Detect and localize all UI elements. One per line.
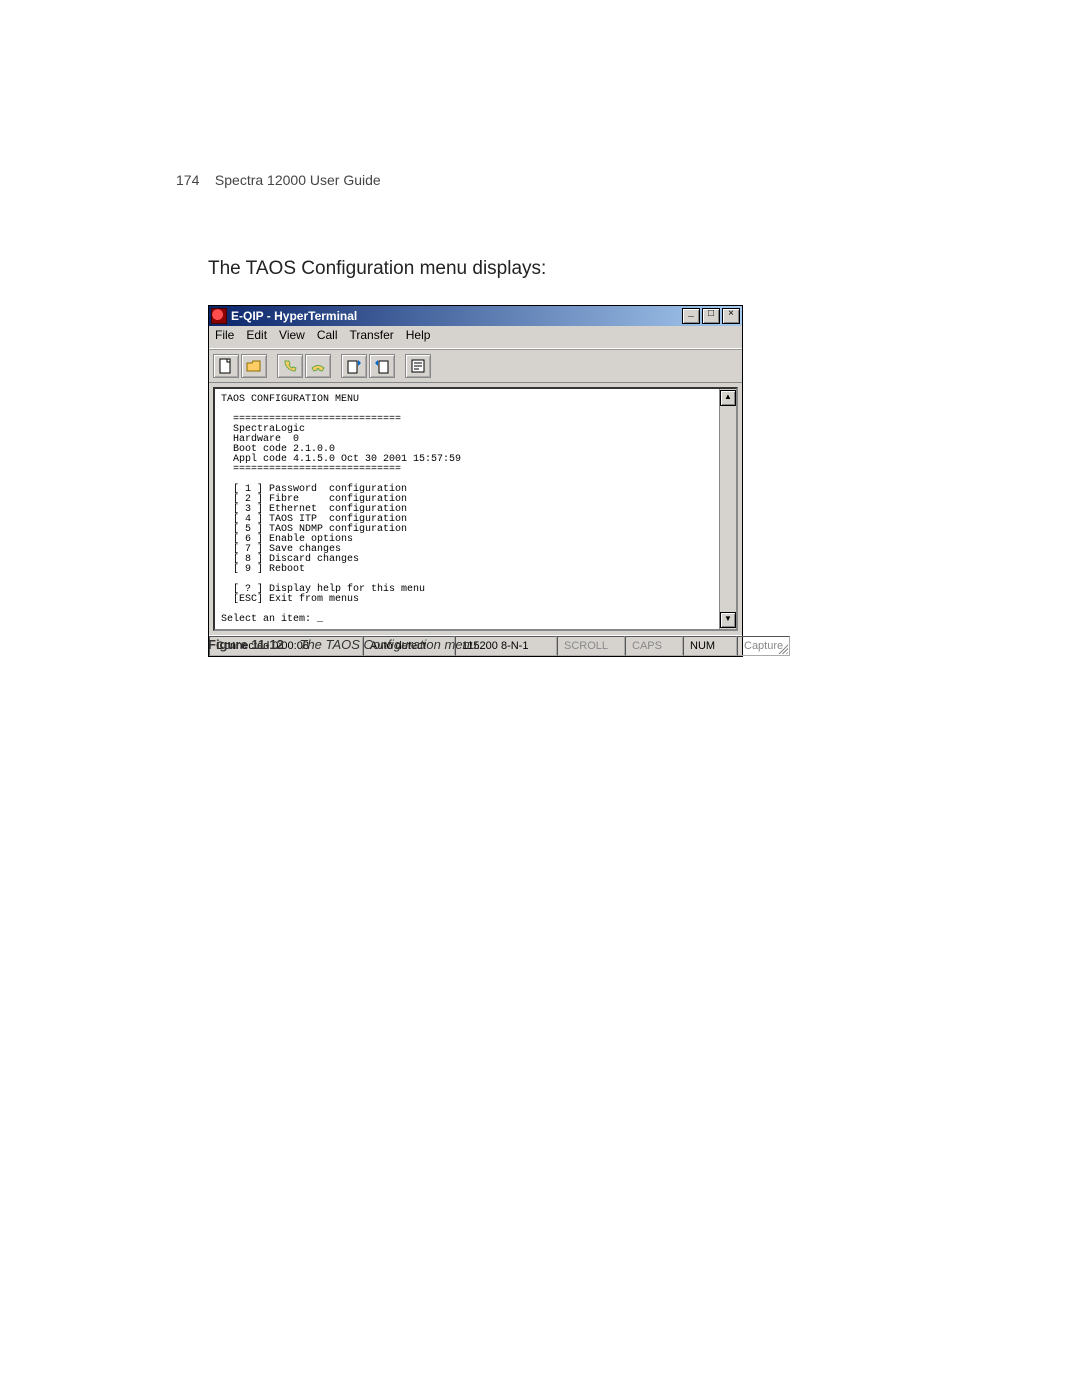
menu-view[interactable]: View [279,328,305,346]
close-button[interactable]: × [722,308,740,324]
new-file-icon [219,358,233,374]
properties-button[interactable] [405,354,431,378]
hangup-button[interactable] [305,354,331,378]
receive-file-icon [375,358,389,374]
hyperterminal-window: E-QIP - HyperTerminal _ □ × File Edit Vi… [208,305,743,657]
window-title: E-QIP - HyperTerminal [231,309,357,323]
status-num: NUM [683,636,737,656]
open-file-button[interactable] [241,354,267,378]
scroll-down-button[interactable]: ▼ [720,612,736,628]
send-file-icon [347,358,361,374]
phone-icon [282,359,298,373]
menu-edit[interactable]: Edit [246,328,267,346]
window-titlebar[interactable]: E-QIP - HyperTerminal _ □ × [209,306,742,326]
document-page: 174 Spectra 12000 User Guide The TAOS Co… [0,0,1080,1397]
figure-caption: Figure 11-12 The TAOS Configuration menu… [208,637,481,652]
maximize-button[interactable]: □ [702,308,720,324]
figure-text: The TAOS Configuration menu. [300,637,481,652]
menu-help[interactable]: Help [406,328,431,346]
figure-number: Figure 11-12 [208,637,284,652]
receive-file-button[interactable] [369,354,395,378]
page-number: 174 [176,172,199,188]
scrollbar[interactable]: ▲ ▼ [719,389,736,629]
menu-file[interactable]: File [215,328,234,346]
menu-call[interactable]: Call [317,328,338,346]
app-icon [211,308,227,324]
call-button[interactable] [277,354,303,378]
send-file-button[interactable] [341,354,367,378]
page-header: 174 Spectra 12000 User Guide [176,172,381,188]
properties-icon [411,359,425,373]
figure-screenshot: E-QIP - HyperTerminal _ □ × File Edit Vi… [208,305,741,657]
status-caps: CAPS [625,636,683,656]
scroll-up-button[interactable]: ▲ [720,390,736,406]
open-folder-icon [246,359,262,373]
minimize-button[interactable]: _ [682,308,700,324]
menu-transfer[interactable]: Transfer [350,328,394,346]
guide-title: Spectra 12000 User Guide [215,172,381,188]
status-scroll: SCROLL [557,636,625,656]
phone-hangup-icon [310,359,326,373]
menubar: File Edit View Call Transfer Help [209,326,742,349]
terminal-area: TAOS CONFIGURATION MENU ================… [209,383,742,635]
terminal-output[interactable]: TAOS CONFIGURATION MENU ================… [215,389,719,629]
new-file-button[interactable] [213,354,239,378]
intro-text: The TAOS Configuration menu displays: [208,258,546,280]
toolbar [209,349,742,383]
